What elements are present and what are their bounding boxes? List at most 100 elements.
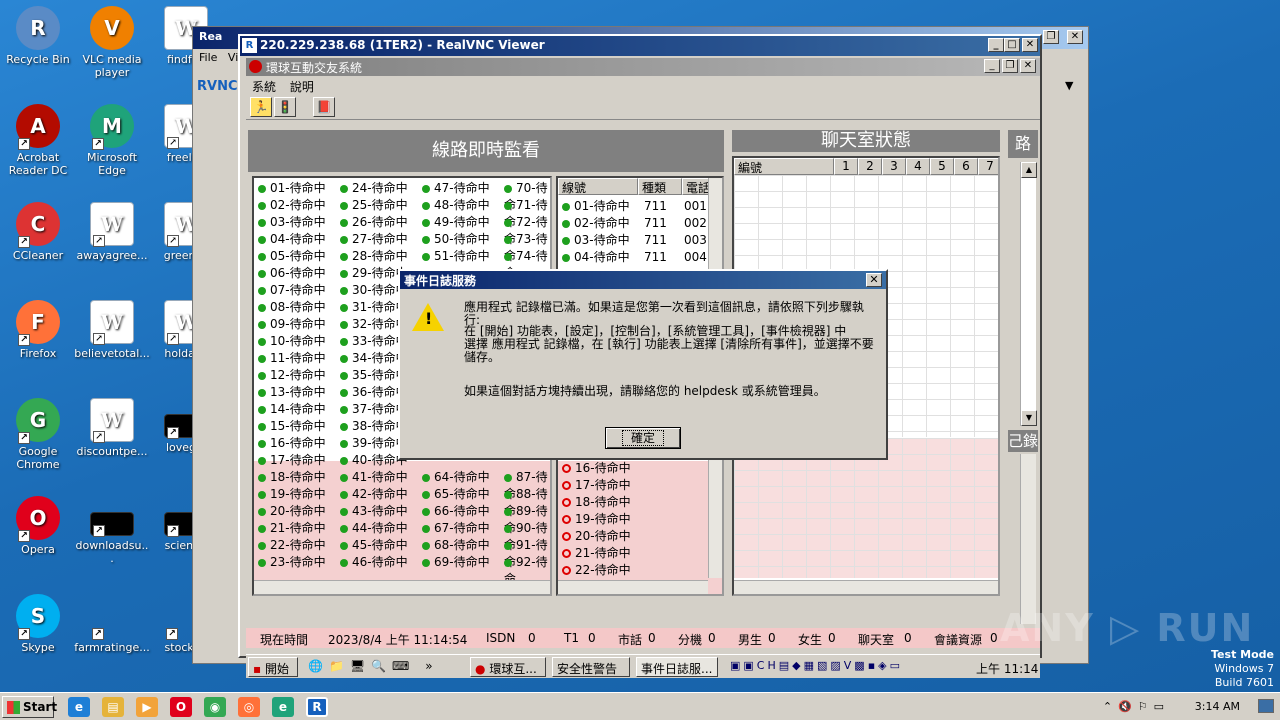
desktop-icon[interactable]: W ↗ discountpe...: [74, 398, 150, 458]
line-status-item[interactable]: 48-待命中: [422, 197, 490, 214]
line-status-item[interactable]: 01-待命中: [258, 180, 326, 197]
detail-row[interactable]: 22-待命中: [562, 562, 631, 579]
line-status-item[interactable]: 47-待命中: [422, 180, 490, 197]
line-status-item[interactable]: 25-待命中: [340, 197, 408, 214]
chat-header-cell[interactable]: 7: [978, 158, 998, 175]
show-desktop-icon[interactable]: [1258, 699, 1274, 713]
line-status-item[interactable]: 17-待命中: [258, 452, 326, 469]
media-player-icon[interactable]: ▶: [136, 697, 158, 717]
outer-menu-file[interactable]: File: [199, 51, 217, 64]
taskbar-security-warning[interactable]: 安全性警告: [552, 657, 630, 677]
line-status-item[interactable]: 05-待命中: [258, 248, 326, 265]
desktop-icon[interactable]: S ↗ Skype: [0, 594, 76, 654]
line-status-item[interactable]: 14-待命中: [258, 401, 326, 418]
line-status-item[interactable]: 91-待命: [504, 537, 550, 569]
desktop-icon[interactable]: O ↗ Opera: [0, 496, 76, 556]
line-status-item[interactable]: 88-待命: [504, 486, 550, 518]
desktop-icon[interactable]: A ↗ Acrobat Reader DC: [0, 104, 76, 177]
quick-launch-icons[interactable]: 🌐📁🖥🔍⌨ »: [308, 659, 439, 673]
line-status-item[interactable]: 03-待命中: [258, 214, 326, 231]
detail-row[interactable]: 04-待命中 711 004: [562, 249, 708, 266]
line-status-item[interactable]: 19-待命中: [258, 486, 326, 503]
line-status-item[interactable]: 51-待命中: [422, 248, 490, 265]
book-icon[interactable]: 📕: [313, 97, 335, 117]
chat-header-cell[interactable]: 6: [954, 158, 978, 175]
traffic-light-icon[interactable]: 🚦: [274, 97, 296, 117]
line-status-item[interactable]: 71-待命: [504, 197, 550, 229]
line-status-item[interactable]: 21-待命中: [258, 520, 326, 537]
detail-header-line[interactable]: 線號: [558, 178, 638, 195]
chat-header-cell[interactable]: 編號: [734, 158, 834, 175]
detail-row[interactable]: 21-待命中: [562, 545, 631, 562]
line-status-item[interactable]: 44-待命中: [340, 520, 408, 537]
line-status-item[interactable]: 07-待命中: [258, 282, 326, 299]
line-status-item[interactable]: 13-待命中: [258, 384, 326, 401]
chat-grid-hscroll[interactable]: [734, 580, 998, 594]
vnc-minimize-button[interactable]: _: [988, 38, 1004, 52]
right-lower-vscroll[interactable]: [1020, 454, 1036, 624]
line-status-item[interactable]: 27-待命中: [340, 231, 408, 248]
detail-row[interactable]: 02-待命中 711 002: [562, 215, 708, 232]
tray-icons[interactable]: ⌃🔇⚐▭: [1103, 700, 1170, 713]
firefox-icon[interactable]: ◎: [238, 697, 260, 717]
line-status-item[interactable]: 28-待命中: [340, 248, 408, 265]
detail-row[interactable]: 18-待命中: [562, 494, 631, 511]
ie-icon[interactable]: e: [68, 697, 90, 717]
line-status-item[interactable]: 12-待命中: [258, 367, 326, 384]
app-close-button[interactable]: ✕: [1020, 59, 1036, 73]
ok-button[interactable]: 確定: [605, 427, 681, 449]
line-status-item[interactable]: 02-待命中: [258, 197, 326, 214]
line-status-item[interactable]: 67-待命中: [422, 520, 490, 537]
desktop-icon[interactable]: ↗ downloadsu...: [74, 496, 150, 565]
line-status-item[interactable]: 64-待命中: [422, 469, 490, 486]
line-status-item[interactable]: 06-待命中: [258, 265, 326, 282]
detail-row[interactable]: 20-待命中: [562, 528, 631, 545]
desktop-icon[interactable]: ↗ farmratinge...: [74, 594, 150, 654]
desktop-icon[interactable]: W ↗ awayagree...: [74, 202, 150, 262]
line-status-item[interactable]: 73-待命: [504, 231, 550, 263]
line-status-item[interactable]: 87-待命: [504, 469, 550, 501]
detail-row[interactable]: 01-待命中 711 001: [562, 198, 708, 215]
menu-help[interactable]: 說明: [290, 80, 314, 94]
realvnc-icon[interactable]: R: [306, 697, 328, 717]
desktop-icon[interactable]: M ↗ Microsoft Edge: [74, 104, 150, 177]
line-status-item[interactable]: 43-待命中: [340, 503, 408, 520]
start-button[interactable]: Start: [2, 696, 57, 718]
line-status-item[interactable]: 24-待命中: [340, 180, 408, 197]
system-tray-icons[interactable]: ▣▣CH▤◆▦▧▨V▩▪◈▭: [730, 659, 903, 672]
taskbar-clock[interactable]: 3:14 AM: [1195, 700, 1240, 713]
vnc-maximize-button[interactable]: □: [1004, 38, 1020, 52]
line-status-item[interactable]: 15-待命中: [258, 418, 326, 435]
outer-close-button[interactable]: ✕: [1067, 30, 1083, 44]
desktop-icon[interactable]: R Recycle Bin: [0, 6, 76, 66]
line-status-item[interactable]: 16-待命中: [258, 435, 326, 452]
line-status-item[interactable]: 10-待命中: [258, 333, 326, 350]
line-status-item[interactable]: 09-待命中: [258, 316, 326, 333]
line-status-item[interactable]: 22-待命中: [258, 537, 326, 554]
chat-header-cell[interactable]: 4: [906, 158, 930, 175]
line-status-item[interactable]: 68-待命中: [422, 537, 490, 554]
line-status-item[interactable]: 50-待命中: [422, 231, 490, 248]
line-status-item[interactable]: 41-待命中: [340, 469, 408, 486]
outer-menu-view[interactable]: Vi: [228, 51, 238, 64]
line-status-item[interactable]: 11-待命中: [258, 350, 326, 367]
right-panel-vscroll[interactable]: ▲ ▼: [1020, 162, 1037, 426]
desktop-icon[interactable]: G ↗ Google Chrome: [0, 398, 76, 471]
detail-row[interactable]: 16-待命中: [562, 460, 631, 477]
detail-row[interactable]: 03-待命中 711 003: [562, 232, 708, 249]
line-status-item[interactable]: 04-待命中: [258, 231, 326, 248]
chat-header-cell[interactable]: 1: [834, 158, 858, 175]
app-minimize-button[interactable]: _: [984, 59, 1000, 73]
scroll-up-icon[interactable]: ▲: [1021, 162, 1037, 178]
line-status-item[interactable]: 26-待命中: [340, 214, 408, 231]
desktop-icon[interactable]: W ↗ believetotal...: [74, 300, 150, 360]
run-icon[interactable]: 🏃: [250, 97, 272, 117]
desktop-icon[interactable]: V VLC media player: [74, 6, 150, 79]
dialog-close-button[interactable]: ✕: [866, 273, 882, 287]
line-status-item[interactable]: 69-待命中: [422, 554, 490, 571]
detail-row[interactable]: 17-待命中: [562, 477, 631, 494]
line-status-item[interactable]: 90-待命: [504, 520, 550, 552]
line-status-item[interactable]: 65-待命中: [422, 486, 490, 503]
remote-start-button[interactable]: ▪ 開始: [248, 657, 298, 677]
detail-row[interactable]: 19-待命中: [562, 511, 631, 528]
